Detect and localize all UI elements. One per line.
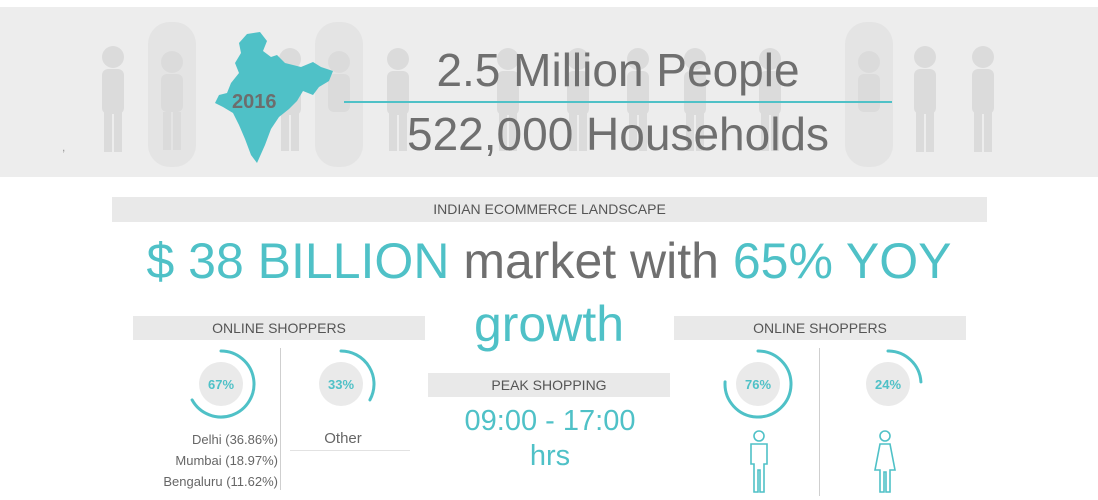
- male-share-label: 76%: [744, 377, 772, 392]
- person-figure: [102, 46, 124, 152]
- peak-shopping-time: 09:00 - 17:00 hrs: [430, 404, 670, 474]
- female-share-label: 24%: [874, 377, 902, 392]
- city-mumbai: Mumbai (18.97%): [175, 453, 278, 468]
- city-shoppers-title: ONLINE SHOPPERS: [133, 316, 425, 340]
- metro-share-label: 67%: [207, 377, 235, 392]
- stray-mark: ,: [62, 140, 66, 154]
- market-value: $ 38 BILLION: [146, 233, 450, 289]
- city-divider: [280, 348, 281, 490]
- city-delhi: Delhi (36.86%): [192, 432, 278, 447]
- market-growth: 65% YOY: [732, 233, 952, 289]
- market-statement: $ 38 BILLION market with 65% YOY: [0, 232, 1098, 290]
- female-icon: [874, 430, 896, 493]
- market-middle-text: market with: [463, 233, 719, 289]
- headline-households: 522,000 Households: [407, 108, 829, 160]
- peak-shopping-title: PEAK SHOPPING: [428, 373, 670, 397]
- gender-divider: [819, 348, 820, 496]
- city-bengaluru: Bengaluru (11.62%): [163, 474, 278, 489]
- other-label: Other: [324, 430, 362, 447]
- peak-time-range: 09:00 - 17:00: [464, 405, 636, 437]
- other-underline: [290, 450, 410, 451]
- banner: 2016 2.5 Million People 522,000 Househol…: [0, 7, 1098, 177]
- headline-divider: [344, 101, 892, 103]
- person-figure: [148, 22, 196, 167]
- person-figure: [972, 46, 994, 152]
- male-icon: [750, 430, 768, 493]
- person-figure: [914, 46, 936, 152]
- section-title: INDIAN ECOMMERCE LANDSCAPE: [112, 197, 987, 222]
- headline-people: 2.5 Million People: [436, 44, 800, 96]
- other-share-label: 33%: [327, 377, 355, 392]
- peak-time-unit: hrs: [529, 440, 571, 472]
- gender-shoppers-title: ONLINE SHOPPERS: [674, 316, 966, 340]
- year-label: 2016: [232, 91, 277, 113]
